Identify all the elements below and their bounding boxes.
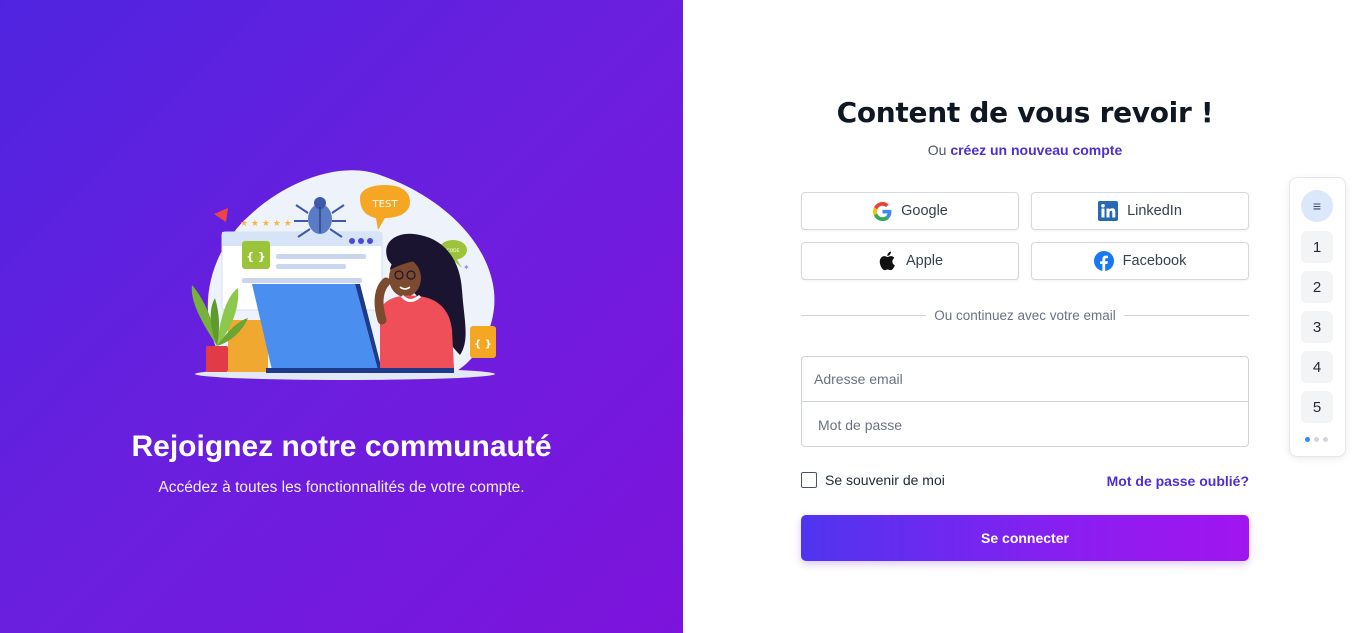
step-button-4[interactable]: 4 — [1301, 351, 1333, 383]
credentials-group — [801, 356, 1249, 447]
developer-illustration: { } ★ ★ ★ ★ ★ TEST CODE {} ✦ — [191, 170, 496, 380]
hero-panel: { } ★ ★ ★ ★ ★ TEST CODE {} ✦ Rejoignez … — [0, 0, 683, 633]
facebook-login-button[interactable]: Facebook — [1031, 242, 1249, 280]
signup-prompt: Ou créez un nouveau compte — [801, 142, 1249, 158]
svg-text:★ ★ ★ ★ ★: ★ ★ ★ ★ ★ — [240, 219, 292, 229]
page-title: Content de vous revoir ! — [836, 96, 1214, 129]
pagination-dot-2[interactable] — [1314, 437, 1319, 442]
step-button-2[interactable]: 2 — [1301, 271, 1333, 303]
hero-subtitle: Accédez à toutes les fonctionnalités de … — [158, 479, 525, 496]
apple-login-button[interactable]: Apple — [801, 242, 1019, 280]
linkedin-login-button[interactable]: LinkedIn — [1031, 192, 1249, 230]
google-login-button[interactable]: Google — [801, 192, 1019, 230]
divider-line-left — [801, 314, 927, 316]
signup-prefix: Ou — [927, 142, 947, 158]
password-input[interactable] — [802, 402, 1248, 446]
linkedin-icon — [1098, 201, 1119, 221]
pagination-dot-3[interactable] — [1323, 437, 1328, 442]
linkedin-label: LinkedIn — [1127, 203, 1182, 219]
svg-text:✦: ✦ — [463, 263, 470, 272]
email-input[interactable] — [802, 357, 1248, 402]
login-button[interactable]: Se connecter — [801, 515, 1249, 561]
menu-icon[interactable]: ≡ — [1301, 190, 1333, 222]
remember-me[interactable]: Se souvenir de moi — [801, 472, 945, 488]
facebook-label: Facebook — [1122, 253, 1187, 269]
facebook-icon — [1093, 251, 1114, 271]
create-account-link[interactable]: créez un nouveau compte — [950, 142, 1122, 158]
remember-checkbox[interactable] — [801, 472, 817, 488]
divider-line-right — [1123, 314, 1249, 316]
pagination-dots — [1305, 437, 1328, 442]
google-icon — [872, 201, 892, 221]
hero-title: Rejoignez notre communauté — [131, 430, 552, 463]
svg-text:TEST: TEST — [372, 199, 399, 210]
step-button-1[interactable]: 1 — [1301, 231, 1333, 263]
step-button-3[interactable]: 3 — [1301, 311, 1333, 343]
email-divider: Ou continuez avec votre email — [801, 306, 1249, 324]
google-label: Google — [901, 203, 948, 219]
pagination-dot-1[interactable] — [1305, 437, 1310, 442]
step-button-5[interactable]: 5 — [1301, 391, 1333, 423]
step-navigator: ≡ 1 2 3 4 5 — [1289, 177, 1346, 457]
svg-text:{ }: { } — [246, 250, 266, 263]
divider-text: Ou continuez avec votre email — [934, 307, 1116, 323]
forgot-password-link[interactable]: Mot de passe oublié? — [1107, 473, 1249, 489]
apple-icon — [877, 251, 897, 271]
apple-label: Apple — [905, 253, 944, 269]
svg-text:{ }: { } — [474, 339, 492, 350]
remember-label: Se souvenir de moi — [825, 472, 945, 488]
